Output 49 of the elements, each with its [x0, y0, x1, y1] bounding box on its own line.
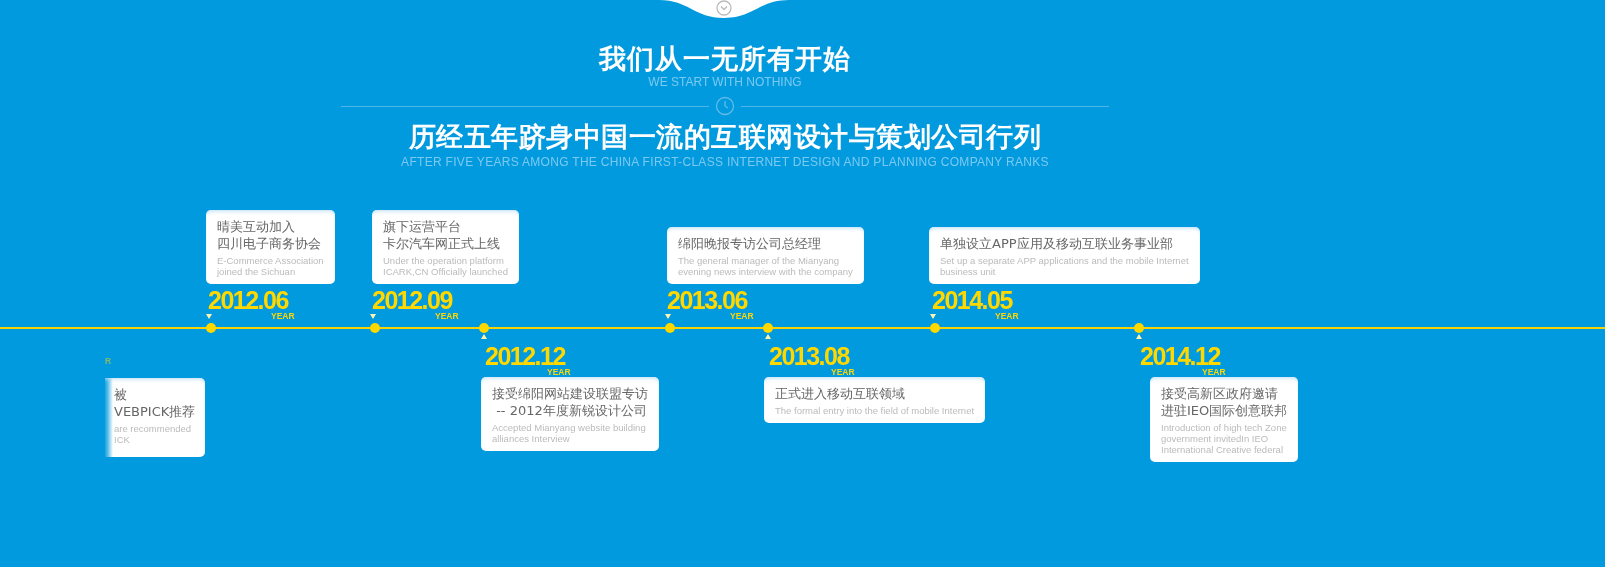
event-description: E-Commerce Association joined the Sichuan — [217, 255, 324, 277]
event-description: Under the operation platform ICARK,CN Officially launched — [383, 255, 508, 277]
year-label: YEAR — [730, 311, 754, 321]
marker-icon — [481, 334, 487, 339]
chevron-down-icon[interactable] — [716, 0, 732, 16]
event-description: The formal entry into the field of mobile Internet — [775, 405, 975, 416]
event-description: Introduction of high tech Zone government invitedIn IEO International Creative federal — [1161, 422, 1288, 455]
tagline-subtitle: AFTER FIVE YEARS AMONG THE CHINA FIRST-CLASS INTERNET DESIGN AND PLANNING COMPANY RANKS — [401, 154, 1049, 170]
event-title: 旗下运营平台 — [383, 218, 462, 235]
event-title: VEBPICK推荐 — [114, 403, 194, 420]
marker-icon — [206, 313, 212, 319]
event-date: 2012.09 — [372, 289, 452, 311]
event-title: -- 2012年度新锐设计公司 — [495, 402, 648, 419]
event-title: 接受绵阳网站建设联盟专访 — [492, 385, 648, 402]
year-label: YEAR — [435, 311, 459, 321]
event-date: 2013.08 — [769, 345, 849, 367]
event-date: 2012.06 — [208, 289, 288, 311]
marker-icon — [1136, 334, 1142, 339]
event-description: are recommended ICK — [114, 423, 193, 445]
event-date: 2014.12 — [1140, 345, 1220, 367]
event-title: 正式进入移动互联领域 — [775, 385, 906, 402]
year-label: YEAR — [1202, 367, 1226, 377]
year-label: YEAR — [547, 367, 571, 377]
event-title: 卡尔汽车网正式上线 — [383, 235, 501, 252]
event-title: 四川电子商务协会 — [217, 235, 322, 252]
event-description: Set up a separate APP applications and the mobile Internet business unit — [940, 255, 1189, 277]
event-description: The general manager of the Mianyang evening news interview with the company — [678, 255, 853, 277]
section-title: 我们从一无所有开始 — [599, 44, 851, 74]
marker-icon — [370, 313, 376, 319]
event-title: 接受高新区政府邀请 — [1161, 385, 1279, 402]
tagline-title: 历经五年跻身中国一流的互联网设计与策划公司行列 — [408, 120, 1042, 154]
event-title: 进驻IEO国际创意联邦 — [1161, 402, 1288, 419]
year-label: YEAR — [995, 311, 1019, 321]
marker-icon — [765, 334, 771, 339]
event-description: Accepted Mianyang website building alliances Interview — [492, 422, 647, 444]
event-title: 绵阳晚报专访公司总经理 — [678, 235, 822, 252]
event-date: 2013.06 — [667, 289, 747, 311]
event-title: 晴美互动加入 — [217, 218, 296, 235]
event-date: 2014.05 — [932, 289, 1012, 311]
year-label: YEAR — [271, 311, 295, 321]
event-title: 单独设立APP应用及移动互联业务事业部 — [940, 235, 1174, 252]
section-subtitle: WE START WITH NOTHING — [648, 74, 802, 90]
event-title: 被 — [114, 386, 128, 403]
year-label: R — [105, 356, 112, 366]
marker-icon — [930, 313, 936, 319]
marker-icon — [665, 313, 671, 319]
year-label: YEAR — [831, 367, 855, 377]
clock-icon — [715, 96, 735, 116]
event-date: 2012.12 — [485, 345, 565, 367]
